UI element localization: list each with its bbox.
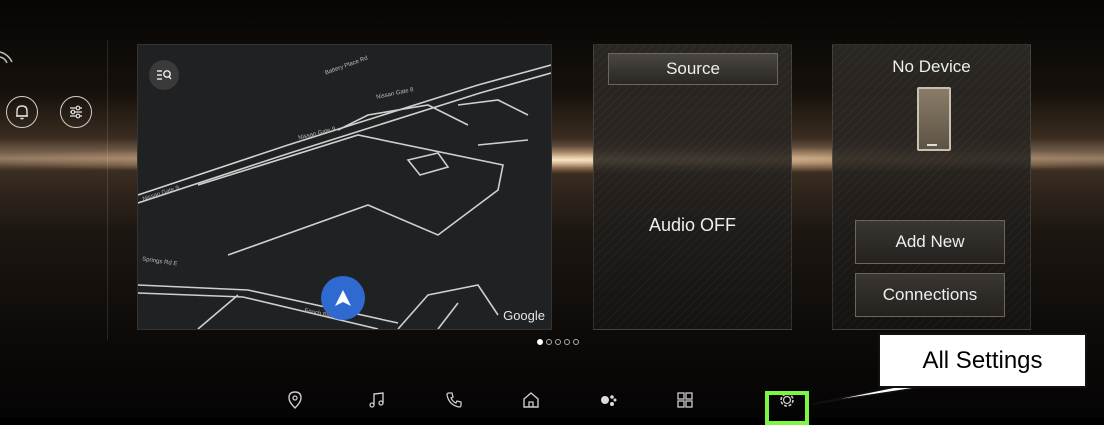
page-dot[interactable] (537, 339, 543, 345)
settings-highlight-box (765, 391, 809, 425)
audio-status: Audio OFF (648, 215, 737, 235)
add-new-button[interactable]: Add New (855, 220, 1005, 264)
infotainment-screen: Nissan Gate 9 Nissan Gate 9 Nissan Gate … (0, 0, 1104, 425)
page-dot[interactable] (546, 339, 552, 345)
map-attribution: Google (503, 308, 545, 323)
page-indicator (537, 339, 579, 345)
location-pin-icon (288, 391, 302, 409)
device-status-title: No Device (892, 57, 971, 76)
assistant-dock-button[interactable] (597, 388, 621, 412)
page-dot[interactable] (573, 339, 579, 345)
source-button[interactable]: Source (608, 53, 778, 85)
sliders-icon (70, 105, 82, 119)
all-settings-callout: All Settings (878, 333, 1087, 388)
left-divider (107, 40, 108, 340)
device-widget[interactable]: No Device Add New Connections (832, 44, 1031, 330)
notifications-button[interactable] (6, 96, 38, 128)
assistant-icon (601, 395, 617, 406)
home-dock-button[interactable] (519, 388, 543, 412)
navigation-map-widget[interactable]: Nissan Gate 9 Nissan Gate 9 Nissan Gate … (137, 44, 552, 330)
phone-icon-graphic (917, 87, 951, 151)
apps-dock-button[interactable] (673, 388, 697, 412)
home-icon (523, 392, 539, 408)
apps-grid-icon (677, 392, 693, 408)
map-search-icon (157, 70, 172, 80)
connections-button[interactable]: Connections (855, 273, 1005, 317)
phone-icon (446, 392, 462, 408)
page-dot[interactable] (555, 339, 561, 345)
page-dot[interactable] (564, 339, 570, 345)
navigation-dock-button[interactable] (283, 388, 307, 412)
current-location-marker (321, 276, 365, 320)
phone-dock-button[interactable] (442, 388, 466, 412)
navigation-arrow-icon (335, 290, 351, 306)
signal-icon (0, 51, 13, 64)
music-note-icon (369, 392, 384, 408)
left-quick-bar (0, 0, 110, 360)
map-search-button[interactable] (149, 60, 179, 90)
quick-settings-button[interactable] (60, 96, 92, 128)
bell-icon (16, 105, 28, 120)
music-dock-button[interactable] (365, 388, 389, 412)
audio-widget[interactable]: Source Audio OFF (593, 44, 792, 330)
